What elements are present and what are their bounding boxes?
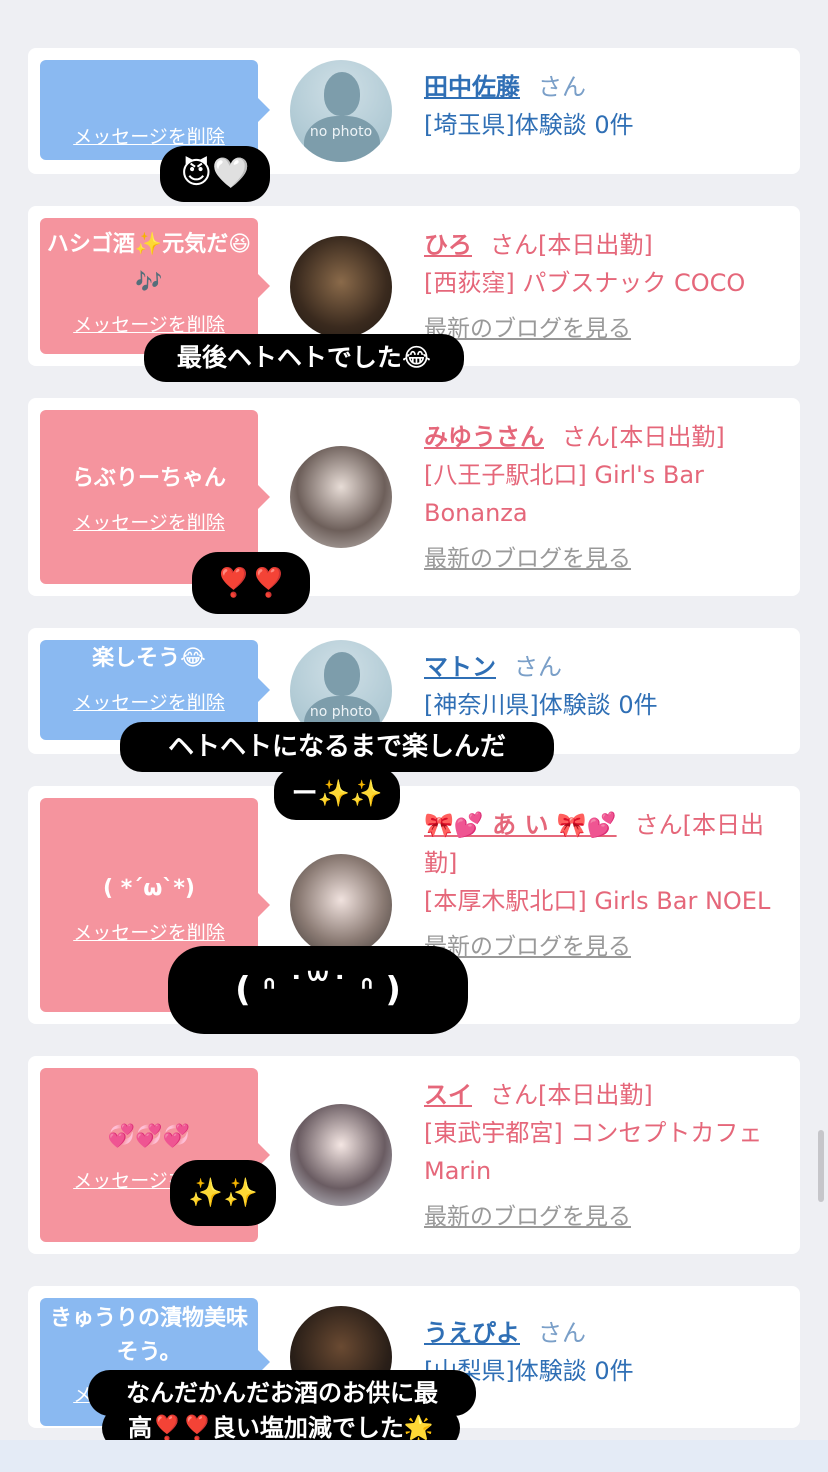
profile-name-link[interactable]: みゆうさん	[424, 423, 544, 451]
message-card: 💞💞💞 メッセージを削除 スイ さん[本日出勤] [東武宇都宮] コンセプトカフェ…	[28, 1056, 800, 1254]
profile-detail: [本厚木駅北口] Girls Bar NOEL	[424, 887, 771, 915]
profile-name-link[interactable]: 🎀💕 あ い 🎀💕	[424, 811, 617, 839]
profile-name-link[interactable]: ひろ	[424, 231, 472, 259]
profile-name-link[interactable]: うえぴよ	[424, 1319, 520, 1347]
message-text: 💞💞💞	[107, 1124, 191, 1149]
honorific: さん[本日出勤]	[490, 231, 653, 259]
profile-info: うえぴよ さん [山梨県]体験談 0件	[424, 1314, 786, 1390]
honorific: さん	[538, 73, 586, 101]
sticker-text: ヘトヘトになるまで楽しんだ	[120, 722, 554, 772]
profile-name-link[interactable]: マトン	[424, 653, 496, 681]
profile-detail: [山梨県]体験談 0件	[424, 1357, 634, 1385]
sticker-text: ー✨✨	[274, 768, 400, 820]
avatar[interactable]	[290, 446, 392, 548]
message-text: きゅうりの漬物美味そう。	[49, 1306, 248, 1365]
honorific: さん	[538, 1319, 586, 1347]
blog-link[interactable]: 最新のブログを見る	[424, 1198, 631, 1236]
sticker-text: ❣️❣️	[192, 552, 310, 614]
avatar[interactable]: no photo	[290, 60, 392, 162]
profile-detail: [東武宇都宮] コンセプトカフェMarin	[424, 1119, 763, 1185]
no-photo-label: no photo	[309, 124, 373, 140]
profile-name-link[interactable]: スイ	[424, 1081, 472, 1109]
honorific: さん	[514, 653, 562, 681]
profile-info: マトン さん [神奈川県]体験談 0件	[424, 648, 786, 724]
profile-info: みゆうさん さん[本日出勤] [八王子駅北口] Girl's Bar Bonanz…	[424, 418, 786, 578]
profile-detail: [八王子駅北口] Girl's Bar Bonanza	[424, 461, 704, 527]
profile-info: 🎀💕 あ い 🎀💕 さん[本日出勤] [本厚木駅北口] Girls Bar NOE…	[424, 806, 786, 966]
honorific: さん[本日出勤]	[490, 1081, 653, 1109]
sticker-text: 😈🤍	[160, 146, 270, 202]
avatar[interactable]	[290, 1104, 392, 1206]
profile-info: スイ さん[本日出勤] [東武宇都宮] コンセプトカフェMarin 最新のブログを…	[424, 1076, 786, 1236]
avatar[interactable]	[290, 236, 392, 338]
profile-info: 田中佐藤 さん [埼玉県]体験談 0件	[424, 68, 786, 144]
honorific: さん[本日出勤]	[562, 423, 725, 451]
delete-message-link[interactable]: メッセージを削除	[40, 504, 258, 542]
message-text: らぶりーちゃん	[71, 466, 226, 491]
message-text: 楽しそう😂	[92, 646, 206, 671]
profile-detail: [神奈川県]体験談 0件	[424, 691, 658, 719]
blog-link[interactable]: 最新のブログを見る	[424, 540, 631, 578]
scrollbar[interactable]	[818, 1130, 824, 1202]
avatar[interactable]	[290, 854, 392, 956]
message-card: らぶりーちゃん メッセージを削除 みゆうさん さん[本日出勤] [八王子駅北口] …	[28, 398, 800, 596]
message-text: ハシゴ酒✨元気だ😆🎶	[46, 232, 252, 295]
sticker-text: ✨✨	[170, 1160, 276, 1226]
sticker-text: ( ᐢ ˙꒳​˙ ᐢ )	[168, 946, 468, 1034]
profile-detail: [埼玉県]体験談 0件	[424, 111, 634, 139]
message-bubble: メッセージを削除	[40, 60, 270, 160]
profile-info: ひろ さん[本日出勤] [西荻窪] パブスナック COCO 最新のブログを見る	[424, 226, 786, 348]
no-photo-label: no photo	[309, 704, 373, 720]
sticker-text: 最後ヘトヘトでした😂	[144, 334, 464, 382]
bottom-bar	[0, 1440, 828, 1472]
message-text: ( *´ω`*)	[103, 876, 195, 901]
profile-name-link[interactable]: 田中佐藤	[424, 73, 520, 101]
profile-detail: [西荻窪] パブスナック COCO	[424, 269, 746, 297]
message-text	[40, 60, 258, 112]
delete-message-link[interactable]: メッセージを削除	[40, 684, 258, 722]
message-card: メッセージを削除 no photo 田中佐藤 さん [埼玉県]体験談 0件	[28, 48, 800, 174]
